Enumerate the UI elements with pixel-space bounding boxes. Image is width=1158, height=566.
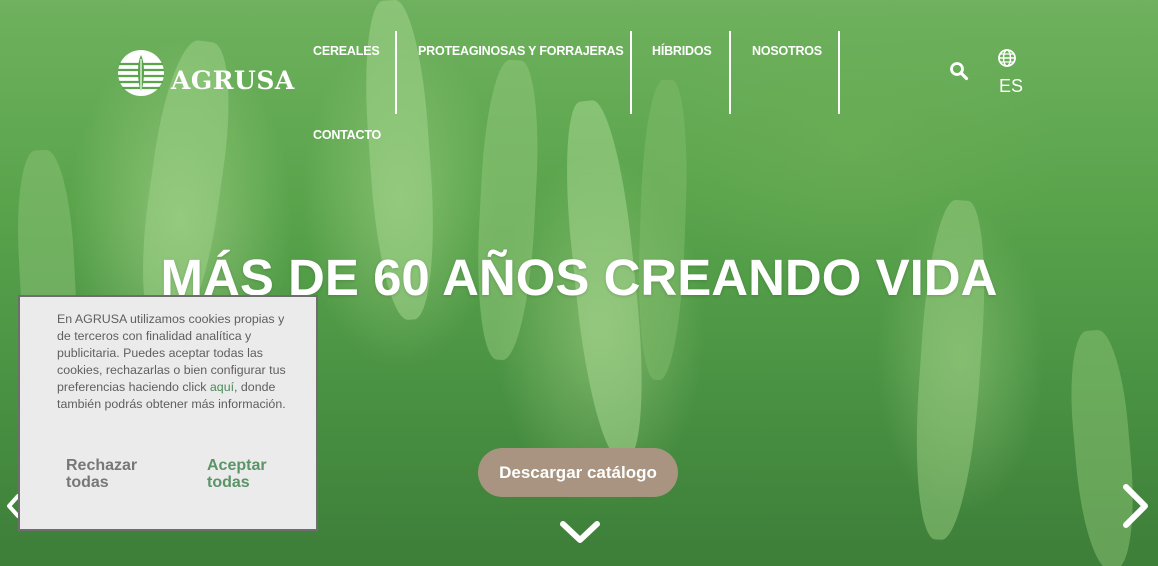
wheat-logo-icon: [118, 50, 164, 96]
nav-separator: [729, 31, 731, 114]
nav-contacto[interactable]: CONTACTO: [313, 128, 381, 142]
accept-all-button[interactable]: Aceptar todas: [207, 457, 307, 491]
nav-nosotros[interactable]: NOSOTROS: [752, 44, 822, 58]
language-label: ES: [999, 76, 1024, 96]
chevron-down-icon[interactable]: [558, 515, 602, 549]
brand-logo[interactable]: AGRUSA: [117, 49, 295, 97]
nav-separator: [838, 31, 840, 114]
cookie-settings-link[interactable]: aquí: [210, 380, 234, 394]
nav-hibridos[interactable]: HÍBRIDOS: [652, 44, 712, 58]
cookie-banner: En AGRUSA utilizamos cookies propias y d…: [18, 295, 318, 531]
reject-all-button[interactable]: Rechazar todas: [66, 457, 176, 491]
cookie-message: En AGRUSA utilizamos cookies propias y d…: [57, 311, 287, 413]
nav-separator: [395, 31, 397, 114]
nav-cereales[interactable]: CEREALES: [313, 44, 380, 58]
brand-name: AGRUSA: [171, 65, 295, 95]
globe-icon: [998, 49, 1016, 67]
language-selector[interactable]: ES: [997, 48, 1023, 96]
download-catalog-button[interactable]: Descargar catálogo: [478, 448, 678, 497]
chevron-right-icon[interactable]: [1118, 482, 1152, 530]
nav-separator: [630, 31, 632, 114]
search-icon[interactable]: [949, 61, 969, 81]
nav-proteaginosas[interactable]: PROTEAGINOSAS Y FORRAJERAS: [418, 44, 624, 58]
